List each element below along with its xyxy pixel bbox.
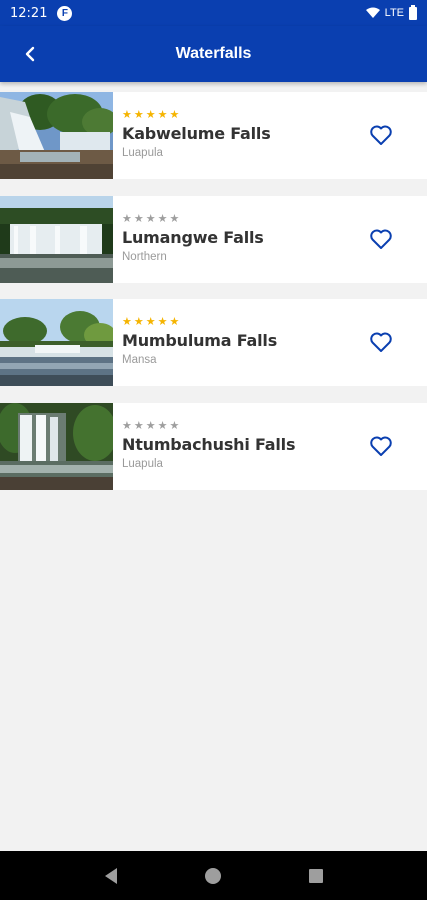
battery-icon [409,4,417,20]
status-bar: 12:21 F LTE [0,0,427,26]
page-title: Waterfalls [175,45,252,62]
star-icon: ★ [133,419,144,432]
star-icon: ★ [169,419,180,432]
waterfall-thumbnail [0,299,113,386]
home-circle-icon [205,867,222,884]
rating-stars: ★ ★ ★ ★ ★ [122,213,427,225]
waterfall-thumbnail [0,402,113,490]
rating-stars: ★ ★ ★ ★ ★ [122,420,427,432]
star-icon: ★ [145,316,156,328]
waterfall-list: ★ ★ ★ ★ ★ Kabwelume Falls Luapula ★ ★ ★ … [0,92,427,506]
waterfall-thumbnail [0,92,113,179]
star-icon: ★ [157,419,168,432]
nav-home-button[interactable] [198,861,228,891]
star-icon: ★ [145,419,156,432]
chevron-left-icon [25,46,35,62]
star-icon: ★ [145,212,156,225]
heart-icon [370,332,392,352]
star-icon: ★ [169,212,180,225]
star-icon: ★ [133,109,144,121]
app-notification-icon: F [57,5,73,21]
star-icon: ★ [157,212,168,225]
recents-square-icon [308,868,323,883]
star-icon: ★ [169,316,180,328]
wifi-icon [365,7,380,18]
waterfall-location: Luapula [122,147,163,159]
star-icon: ★ [122,419,132,432]
system-nav-bar [0,851,427,900]
app-bar: Waterfalls [0,26,427,82]
status-indicators: LTE [365,4,417,20]
star-icon: ★ [133,212,144,225]
star-icon: ★ [133,316,144,328]
back-button[interactable] [14,38,46,70]
favorite-button[interactable] [368,226,394,252]
list-item[interactable]: ★ ★ ★ ★ ★ Ntumbachushi Falls Luapula [0,402,427,490]
heart-icon [370,229,392,249]
star-icon: ★ [145,109,156,121]
heart-icon [370,125,392,145]
star-icon: ★ [157,109,168,121]
nav-recents-button[interactable] [301,861,331,891]
waterfall-location: Mansa [122,354,157,366]
waterfall-thumbnail [0,195,113,283]
favorite-button[interactable] [368,433,394,459]
favorite-button[interactable] [368,329,394,355]
star-icon: ★ [122,109,132,121]
back-triangle-icon [105,867,118,884]
star-icon: ★ [157,316,168,328]
waterfall-location: Northern [122,250,167,263]
nav-back-button[interactable] [96,861,126,891]
list-item[interactable]: ★ ★ ★ ★ ★ Kabwelume Falls Luapula [0,92,427,179]
heart-icon [370,436,392,456]
favorite-button[interactable] [368,122,394,148]
list-item[interactable]: ★ ★ ★ ★ ★ Mumbuluma Falls Mansa [0,299,427,386]
status-time: 12:21 [10,5,48,21]
rating-stars: ★ ★ ★ ★ ★ [122,109,427,121]
star-icon: ★ [122,212,132,225]
star-icon: ★ [122,316,132,328]
waterfall-location: Luapula [122,457,163,470]
star-icon: ★ [169,109,180,121]
list-item[interactable]: ★ ★ ★ ★ ★ Lumangwe Falls Northern [0,195,427,283]
rating-stars: ★ ★ ★ ★ ★ [122,316,427,328]
network-type: LTE [384,7,404,19]
